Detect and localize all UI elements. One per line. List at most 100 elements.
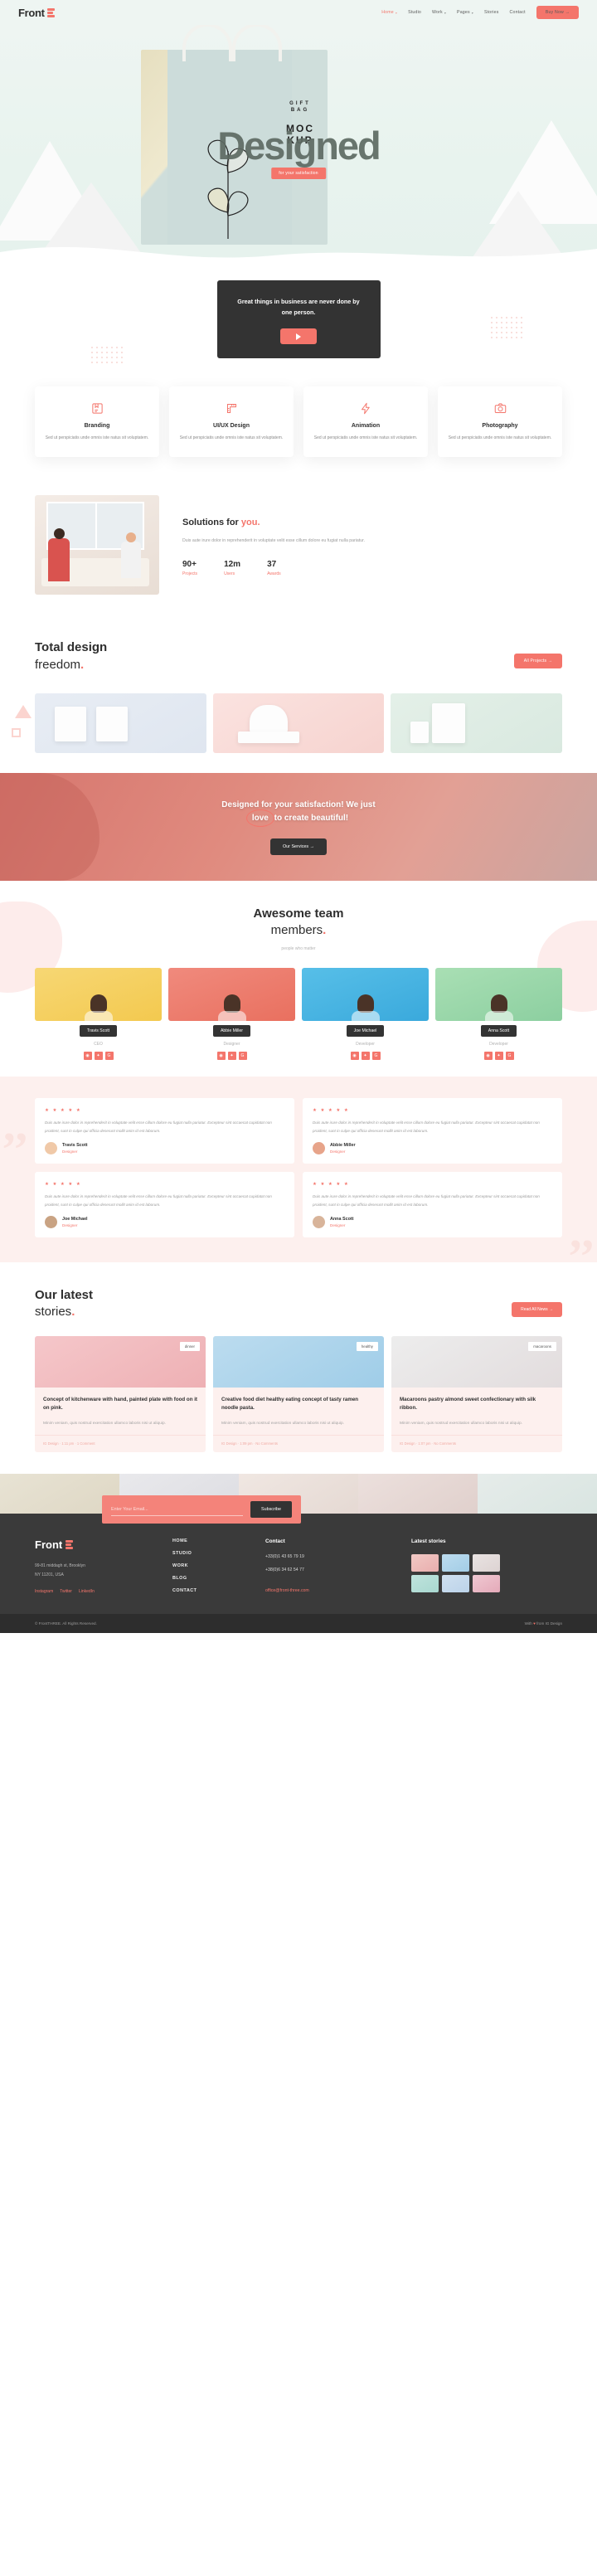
service-title: UI/UX Design — [213, 423, 250, 430]
story-thumbnail[interactable] — [473, 1575, 500, 1593]
team-member-card[interactable]: Anna Scott Developer ◉ ✦ G — [435, 968, 562, 1061]
image-strip: Subscribe — [0, 1474, 597, 1524]
blog-tag[interactable]: dinner — [179, 1341, 200, 1351]
blog-excerpt: Minim veniam, quis nostrud exercitation … — [43, 1422, 166, 1427]
solutions-paragraph: Duis aute irure dolor in reprehenderit i… — [182, 538, 366, 544]
blog-excerpt: Minim veniam, quis nostrud exercitation … — [400, 1422, 522, 1427]
team-member-card[interactable]: Joe Michael Developer ◉ ✦ G — [302, 968, 429, 1061]
chevron-down-icon: ▾ — [471, 10, 473, 15]
testimonial-text: Duis aute irure dolor in reprehenderit i… — [45, 1120, 272, 1133]
rating-stars: ★ ★ ★ ★ ★ — [45, 1108, 82, 1114]
quote-mark-decoration: ,, — [3, 1097, 27, 1152]
stories-heading: Our latest stories. — [35, 1287, 93, 1321]
newsletter-form: Subscribe — [102, 1495, 301, 1524]
read-all-news-button[interactable]: Read All News → — [512, 1301, 562, 1317]
play-video-button[interactable] — [280, 328, 317, 345]
stat-label: Awards — [267, 571, 281, 576]
footer-nav-studio[interactable]: STUDIO — [172, 1551, 244, 1556]
dribbble-icon[interactable]: ◉ — [83, 1052, 92, 1061]
gallery-item-1[interactable] — [35, 693, 206, 753]
footer-nav-home[interactable]: HOME — [172, 1538, 244, 1543]
email-input[interactable] — [111, 1503, 244, 1516]
team-section: Awesome team members. people who matter … — [0, 880, 597, 1077]
footer-email-link[interactable]: office@front-three.com — [265, 1588, 309, 1593]
freedom-line2: freedom — [35, 657, 81, 672]
google-icon[interactable]: G — [505, 1052, 514, 1061]
twitter-icon[interactable]: ✦ — [361, 1052, 370, 1061]
story-thumbnail[interactable] — [442, 1575, 469, 1593]
testimonials-section: ,, ,, ★ ★ ★ ★ ★ Duis aute irure dolor in… — [0, 1077, 597, 1263]
service-card-animation[interactable]: Animation Sed ut perspiciatis unde omnis… — [303, 386, 428, 458]
google-icon[interactable]: G — [238, 1052, 247, 1061]
story-thumbnail[interactable] — [442, 1554, 469, 1572]
rating-stars: ★ ★ ★ ★ ★ — [313, 1108, 350, 1114]
our-services-button[interactable]: Our Services → — [269, 838, 328, 855]
service-title: Animation — [351, 423, 381, 430]
service-card-photography[interactable]: Photography Sed ut perspiciatis unde omn… — [438, 386, 562, 458]
service-card-branding[interactable]: Branding Sed ut perspiciatis unde omnis … — [35, 386, 159, 458]
gallery-item-2[interactable] — [212, 693, 385, 753]
stats-row: 90+ Projects 12m Users 37 Awards — [182, 560, 562, 576]
nav-links: Home ▾ Studio Work ▾ Pages ▾ Stories Con… — [381, 6, 579, 19]
blog-tag[interactable]: healthy — [356, 1341, 378, 1351]
story-thumbnail[interactable] — [411, 1554, 439, 1572]
nav-item-pages[interactable]: Pages ▾ — [457, 10, 473, 15]
twitter-icon[interactable]: ✦ — [94, 1052, 103, 1061]
nav-item-contact[interactable]: Contact — [510, 10, 526, 15]
story-thumbnail[interactable] — [411, 1575, 439, 1593]
nav-label: Home — [381, 10, 394, 15]
footer-socials: Instagram Twitter LinkedIn — [35, 1589, 151, 1594]
services-section: Branding Sed ut perspiciatis unde omnis … — [0, 378, 597, 491]
blog-meta: IG Design · 1:09 pm · No Comments — [213, 1435, 384, 1452]
team-heading-line1: Awesome team — [253, 906, 344, 921]
hero-badge[interactable]: for your satisfaction — [271, 168, 326, 179]
blog-title: Concept of kitchenware with hand, painte… — [43, 1396, 197, 1412]
twitter-icon[interactable]: ✦ — [227, 1052, 236, 1061]
nav-label: Work — [432, 10, 443, 15]
google-icon[interactable]: G — [371, 1052, 381, 1061]
buy-now-button[interactable]: Buy Now → — [536, 6, 579, 19]
service-card-uiux[interactable]: UI/UX Design Sed ut perspiciatis unde om… — [169, 386, 294, 458]
footer-nav-work[interactable]: WORK — [172, 1563, 244, 1568]
gallery-item-3[interactable] — [391, 693, 563, 753]
social-link-instagram[interactable]: Instagram — [35, 1589, 53, 1594]
blog-tag[interactable]: macaroons — [528, 1341, 556, 1351]
footer-logo[interactable]: Front — [35, 1538, 151, 1551]
all-projects-button[interactable]: All Projects → — [513, 653, 562, 668]
stories-section: Our latest stories. Read All News → dinn… — [0, 1262, 597, 1475]
nav-item-work[interactable]: Work ▾ — [432, 10, 446, 15]
brand-logo[interactable]: Front — [18, 7, 55, 19]
testimonial-author: Abbie Miller — [330, 1143, 356, 1149]
quote-mark-decoration: ,, — [570, 1204, 594, 1259]
blog-title: Creative food diet healthy eating concep… — [221, 1396, 359, 1412]
subscribe-button[interactable]: Subscribe — [250, 1501, 292, 1519]
cta-banner: Designed for your satisfaction! We just … — [0, 772, 597, 881]
brand-mark-icon — [46, 7, 55, 17]
avatar — [313, 1142, 325, 1155]
nav-item-studio[interactable]: Studio — [408, 10, 421, 15]
dribbble-icon[interactable]: ◉ — [483, 1052, 493, 1061]
nav-item-stories[interactable]: Stories — [484, 10, 499, 15]
dribbble-icon[interactable]: ◉ — [216, 1052, 226, 1061]
stories-heading-line2: stories — [35, 1305, 72, 1320]
quote-card: Great things in business are never done … — [216, 280, 381, 359]
testimonials-grid: ★ ★ ★ ★ ★ Duis aute irure dolor in repre… — [35, 1098, 562, 1238]
social-link-linkedin[interactable]: LinkedIn — [79, 1589, 95, 1594]
blog-card[interactable]: macaroons Macaroons pastry almond sweet … — [391, 1335, 562, 1453]
footer-nav-blog[interactable]: BLOG — [172, 1576, 244, 1581]
blog-card[interactable]: healthy Creative food diet healthy eatin… — [213, 1335, 384, 1453]
dribbble-icon[interactable]: ◉ — [350, 1052, 359, 1061]
story-thumbnail[interactable] — [473, 1554, 500, 1572]
quote-section: Great things in business are never done … — [0, 265, 597, 379]
team-member-card[interactable]: Travis Scott CEO ◉ ✦ G — [35, 968, 162, 1061]
social-link-twitter[interactable]: Twitter — [60, 1589, 72, 1594]
google-icon[interactable]: G — [104, 1052, 114, 1061]
blog-card[interactable]: dinner Concept of kitchenware with hand,… — [35, 1335, 206, 1453]
rating-stars: ★ ★ ★ ★ ★ — [45, 1182, 82, 1188]
nav-item-home[interactable]: Home ▾ — [381, 10, 397, 15]
stories-heading-line1: Our latest — [35, 1288, 94, 1303]
member-name: Anna Scott — [480, 1025, 517, 1038]
team-member-card[interactable]: Abbie Miller Designer ◉ ✦ G — [168, 968, 295, 1061]
footer-nav-contact[interactable]: CONTACT — [172, 1588, 244, 1593]
twitter-icon[interactable]: ✦ — [494, 1052, 503, 1061]
